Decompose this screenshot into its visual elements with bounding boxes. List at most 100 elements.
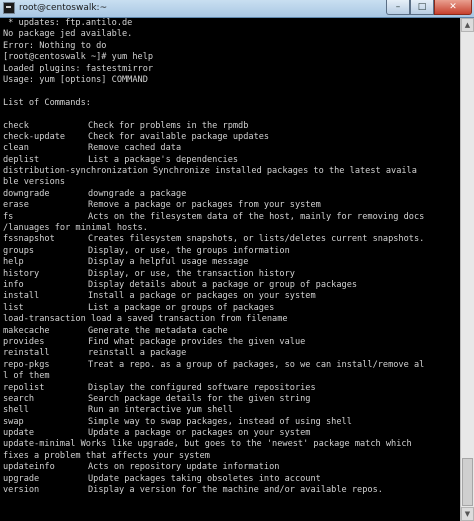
command-description: List a package or groups of packages	[88, 302, 275, 313]
command-description: Find what package provides the given val…	[88, 336, 306, 347]
window-title: root@centoswalk:~	[19, 3, 108, 13]
command-row: fssnapshot Creates filesystem snapshots, …	[3, 234, 457, 245]
command-description: Display details about a package or group…	[88, 279, 358, 290]
command-name: erase	[3, 200, 29, 211]
command-row: help Display a helpful usage message	[3, 257, 457, 268]
close-icon: ✕	[449, 2, 457, 12]
command-row: update Update a package or packages on yo…	[3, 428, 457, 439]
terminal-output[interactable]: * updates: ftp.antilo.de No package jed a…	[3, 18, 457, 518]
terminal-line: [root@centoswalk ~]# yum help	[3, 52, 154, 63]
command-name: fs	[3, 211, 14, 222]
command-row: search Search package details for the giv…	[3, 394, 457, 405]
command-row: repo-pkgs Treat a repo. as a group of pac…	[3, 360, 457, 371]
command-name: search	[3, 393, 35, 404]
command-row: updateinfo Acts on repository update info…	[3, 462, 457, 473]
maximize-button[interactable]: □	[410, 0, 434, 15]
command-row: upgrade Update packages taking obsoletes …	[3, 474, 457, 485]
command-name: fssnapshot	[3, 234, 55, 245]
command-name: check-update	[3, 131, 66, 142]
terminal-line: Loaded plugins: fastestmirror	[3, 63, 154, 74]
terminal-app-icon	[3, 2, 15, 14]
command-row: repolist Display the configured software …	[3, 383, 457, 394]
command-name: shell	[3, 405, 29, 416]
command-row: downgrade downgrade a package	[3, 189, 457, 200]
command-description: Install a package or packages on your sy…	[88, 291, 316, 302]
command-row: check-update Check for available package …	[3, 132, 457, 143]
command-description: Display, or use, the groups information	[88, 245, 290, 256]
terminal-line: * updates: ftp.antilo.de	[3, 18, 133, 28]
command-row: l of them	[3, 371, 50, 382]
command-description: List a package's dependencies	[88, 154, 239, 165]
command-row: distribution-synchronization Synchronize…	[3, 166, 417, 177]
command-name: updateinfo	[3, 462, 55, 473]
command-row: swap Simple way to swap packages, instead…	[3, 417, 457, 428]
command-name: reinstall	[3, 348, 50, 359]
minimize-button[interactable]: –	[386, 0, 410, 15]
command-row: history Display, or use, the transaction …	[3, 269, 457, 280]
command-row: fixes a problem that affects your system	[3, 450, 210, 461]
command-row: load-transaction load a saved transactio…	[3, 314, 288, 325]
command-name: swap	[3, 416, 24, 427]
terminal-line: Usage: yum [options] COMMAND	[3, 74, 148, 85]
command-row: clean Remove cached data	[3, 143, 457, 154]
command-description: downgrade a package	[88, 188, 187, 199]
command-name: repo-pkgs	[3, 359, 50, 370]
command-description: Run an interactive yum shell	[88, 405, 233, 416]
command-description: Display a helpful usage message	[88, 257, 249, 268]
command-name: version	[3, 485, 40, 496]
command-description: Remove cached data	[88, 143, 182, 154]
command-row: version Display a version for the machine…	[3, 485, 457, 496]
command-description: Acts on the filesystem data of the host,…	[88, 211, 425, 222]
command-row: deplist List a package's dependencies	[3, 155, 457, 166]
vertical-scrollbar[interactable]: ▲ ▼	[460, 18, 474, 521]
window-controls: – □ ✕	[386, 0, 472, 16]
command-name: list	[3, 302, 24, 313]
command-description: Creates filesystem snapshots, or lists/d…	[88, 234, 425, 245]
minimize-icon: –	[395, 2, 401, 12]
scroll-down-icon: ▼	[464, 510, 471, 518]
command-description: Simple way to swap packages, instead of …	[88, 416, 352, 427]
terminal-line: List of Commands:	[3, 97, 91, 108]
command-name: update	[3, 428, 35, 439]
command-row: /lanuages for minimal hosts.	[3, 223, 148, 234]
scroll-up-button[interactable]: ▲	[461, 18, 474, 32]
command-description: Update packages taking obsoletes into ac…	[88, 473, 321, 484]
command-description: Generate the metadata cache	[88, 325, 228, 336]
command-name: deplist	[3, 154, 40, 165]
terminal-window: root@centoswalk:~ – □ ✕ * updates: ftp.a…	[0, 0, 474, 521]
command-row: makecache Generate the metadata cache	[3, 326, 457, 337]
command-row: check Check for problems in the rpmdb	[3, 121, 457, 132]
command-row: erase Remove a package or packages from y…	[3, 200, 457, 211]
scroll-down-button[interactable]: ▼	[461, 507, 474, 521]
command-name: help	[3, 257, 24, 268]
command-description: Check for problems in the rpmdb	[88, 120, 249, 131]
command-description: Remove a package or packages from your s…	[88, 200, 321, 211]
command-description: Update a package or packages on your sys…	[88, 428, 311, 439]
command-name: install	[3, 291, 40, 302]
command-name: info	[3, 279, 24, 290]
scrollbar-thumb[interactable]	[462, 458, 473, 506]
command-description: Acts on repository update information	[88, 462, 280, 473]
command-name: makecache	[3, 325, 50, 336]
command-description: Search package details for the given str…	[88, 393, 311, 404]
command-name: downgrade	[3, 188, 50, 199]
command-description: Treat a repo. as a group of packages, so…	[88, 359, 425, 370]
command-description: Display, or use, the transaction history	[88, 268, 295, 279]
command-description: Display the configured software reposito…	[88, 382, 316, 393]
close-button[interactable]: ✕	[434, 0, 472, 15]
command-row: fs Acts on the filesystem data of the hos…	[3, 212, 457, 223]
command-row: shell Run an interactive yum shell	[3, 405, 457, 416]
command-row: ble versions	[3, 177, 66, 188]
command-description: Display a version for the machine and/or…	[88, 485, 383, 496]
command-row: update-minimal Works like upgrade, but g…	[3, 439, 412, 450]
command-row: info Display details about a package or g…	[3, 280, 457, 291]
command-name: history	[3, 268, 40, 279]
maximize-icon: □	[417, 2, 427, 12]
command-row: groups Display, or use, the groups inform…	[3, 246, 457, 257]
terminal-line: No package jed available.	[3, 29, 133, 40]
title-bar[interactable]: root@centoswalk:~ – □ ✕	[0, 0, 474, 18]
terminal-line: Error: Nothing to do	[3, 40, 107, 51]
command-row: list List a package or groups of packages	[3, 303, 457, 314]
